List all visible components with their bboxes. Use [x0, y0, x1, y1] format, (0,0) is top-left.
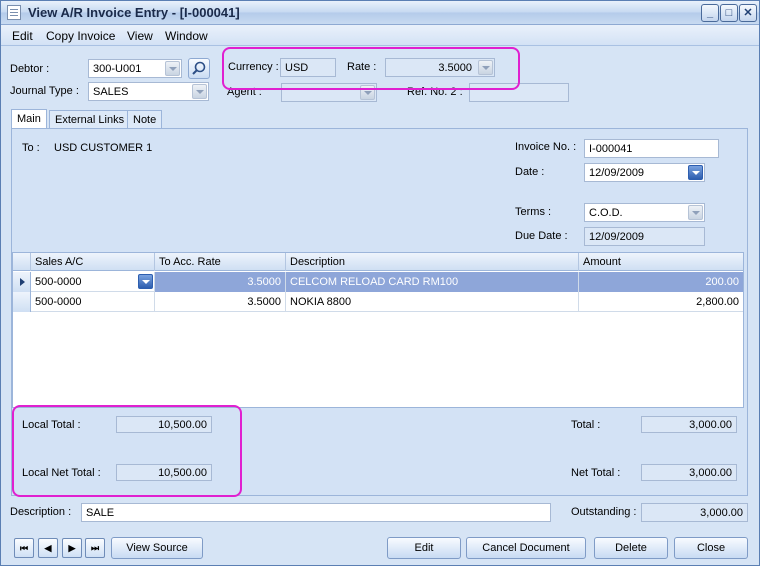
journal-type-value: SALES — [93, 86, 129, 98]
cell-sales-ac-value: 500-0000 — [35, 276, 82, 288]
journal-type-select[interactable]: SALES — [88, 82, 209, 101]
chevron-down-icon[interactable] — [688, 165, 703, 180]
edit-button[interactable]: Edit — [387, 537, 461, 559]
description-label: Description : — [10, 506, 72, 518]
minimize-button[interactable]: _ — [701, 4, 719, 22]
delete-button[interactable]: Delete — [594, 537, 668, 559]
next-record-button[interactable]: ▶ — [62, 538, 82, 558]
outstanding-label: Outstanding : — [571, 506, 637, 518]
description-field[interactable]: SALE — [81, 503, 551, 522]
invoice-no-field[interactable]: I-000041 — [584, 139, 719, 158]
net-total-field: 3,000.00 — [641, 464, 737, 481]
close-button[interactable]: Close — [674, 537, 748, 559]
table-row[interactable]: 500-0000 3.5000 CELCOM RELOAD CARD RM100… — [13, 272, 743, 292]
chevron-down-icon[interactable] — [138, 274, 153, 289]
first-record-button[interactable]: ⏮ — [14, 538, 34, 558]
cell-sales-ac[interactable]: 500-0000 — [31, 292, 155, 312]
journal-type-label: Journal Type : — [10, 85, 79, 97]
menu-view[interactable]: View — [127, 29, 153, 43]
net-total-label: Net Total : — [571, 467, 621, 479]
date-picker[interactable]: 12/09/2009 — [584, 163, 705, 182]
close-window-button[interactable]: ✕ — [739, 4, 757, 22]
date-label: Date : — [515, 166, 545, 178]
grid-header: Sales A/C To Acc. Rate Description Amoun… — [13, 253, 743, 271]
local-totals-highlight — [12, 405, 242, 497]
previous-record-button[interactable]: ◀ — [38, 538, 58, 558]
menu-bar: Edit Copy Invoice View Window — [1, 25, 759, 46]
debtor-label: Debtor : — [10, 63, 50, 75]
cell-description[interactable]: NOKIA 8800 — [286, 292, 579, 312]
title-bar[interactable]: View A/R Invoice Entry - [I-000041] _ □ … — [1, 1, 759, 25]
grid-header-indicator — [13, 253, 31, 271]
outstanding-field: 3,000.00 — [641, 503, 748, 522]
cancel-document-button[interactable]: Cancel Document — [466, 537, 586, 559]
chevron-down-icon[interactable] — [165, 61, 180, 76]
total-field: 3,000.00 — [641, 416, 737, 433]
invoice-no-label: Invoice No. : — [515, 141, 577, 153]
menu-edit[interactable]: Edit — [12, 29, 33, 43]
magnifier-icon — [192, 61, 206, 75]
due-date-field: 12/09/2009 — [584, 227, 705, 246]
debtor-lookup-button[interactable] — [188, 58, 210, 79]
debtor-value: 300-U001 — [93, 63, 142, 75]
cell-amount[interactable]: 200.00 — [579, 272, 743, 292]
to-label: To : — [22, 142, 40, 154]
view-source-button[interactable]: View Source — [111, 537, 203, 559]
row-indicator — [13, 292, 31, 312]
col-sales-ac[interactable]: Sales A/C — [31, 253, 155, 271]
date-value: 12/09/2009 — [589, 167, 645, 179]
chevron-down-icon[interactable] — [192, 84, 207, 99]
document-icon — [7, 5, 21, 20]
chevron-down-icon[interactable] — [688, 205, 703, 220]
to-value: USD CUSTOMER 1 — [54, 142, 153, 154]
table-row[interactable]: 500-0000 3.5000 NOKIA 8800 2,800.00 — [13, 292, 743, 312]
row-indicator-icon — [13, 272, 31, 292]
terms-value: C.O.D. — [589, 207, 623, 219]
cell-sales-ac[interactable]: 500-0000 — [31, 272, 155, 292]
tab-main[interactable]: Main — [11, 109, 47, 129]
cell-amount[interactable]: 2,800.00 — [579, 292, 743, 312]
invoice-window: View A/R Invoice Entry - [I-000041] _ □ … — [0, 0, 760, 566]
col-to-acc-rate[interactable]: To Acc. Rate — [155, 253, 286, 271]
menu-copy-invoice[interactable]: Copy Invoice — [46, 29, 115, 43]
due-date-value: 12/09/2009 — [589, 231, 645, 243]
terms-select[interactable]: C.O.D. — [584, 203, 705, 222]
menu-window[interactable]: Window — [165, 29, 208, 43]
col-amount[interactable]: Amount — [579, 253, 743, 271]
col-description[interactable]: Description — [286, 253, 579, 271]
cell-rate[interactable]: 3.5000 — [155, 292, 286, 312]
debtor-select[interactable]: 300-U001 — [88, 59, 182, 78]
last-record-button[interactable]: ⏭ — [85, 538, 105, 558]
maximize-button[interactable]: □ — [720, 4, 738, 22]
due-date-label: Due Date : — [515, 230, 568, 242]
invoice-no-value: I-000041 — [589, 143, 633, 155]
cell-rate[interactable]: 3.5000 — [155, 272, 286, 292]
tab-note[interactable]: Note — [127, 110, 163, 129]
terms-label: Terms : — [515, 206, 552, 218]
window-title: View A/R Invoice Entry - [I-000041] — [28, 5, 240, 20]
total-label: Total : — [571, 419, 601, 431]
cell-description[interactable]: CELCOM RELOAD CARD RM100 — [286, 272, 579, 292]
tab-external-links[interactable]: External Links — [49, 110, 131, 129]
invoice-detail-grid: Sales A/C To Acc. Rate Description Amoun… — [12, 252, 744, 408]
currency-highlight — [222, 47, 520, 90]
